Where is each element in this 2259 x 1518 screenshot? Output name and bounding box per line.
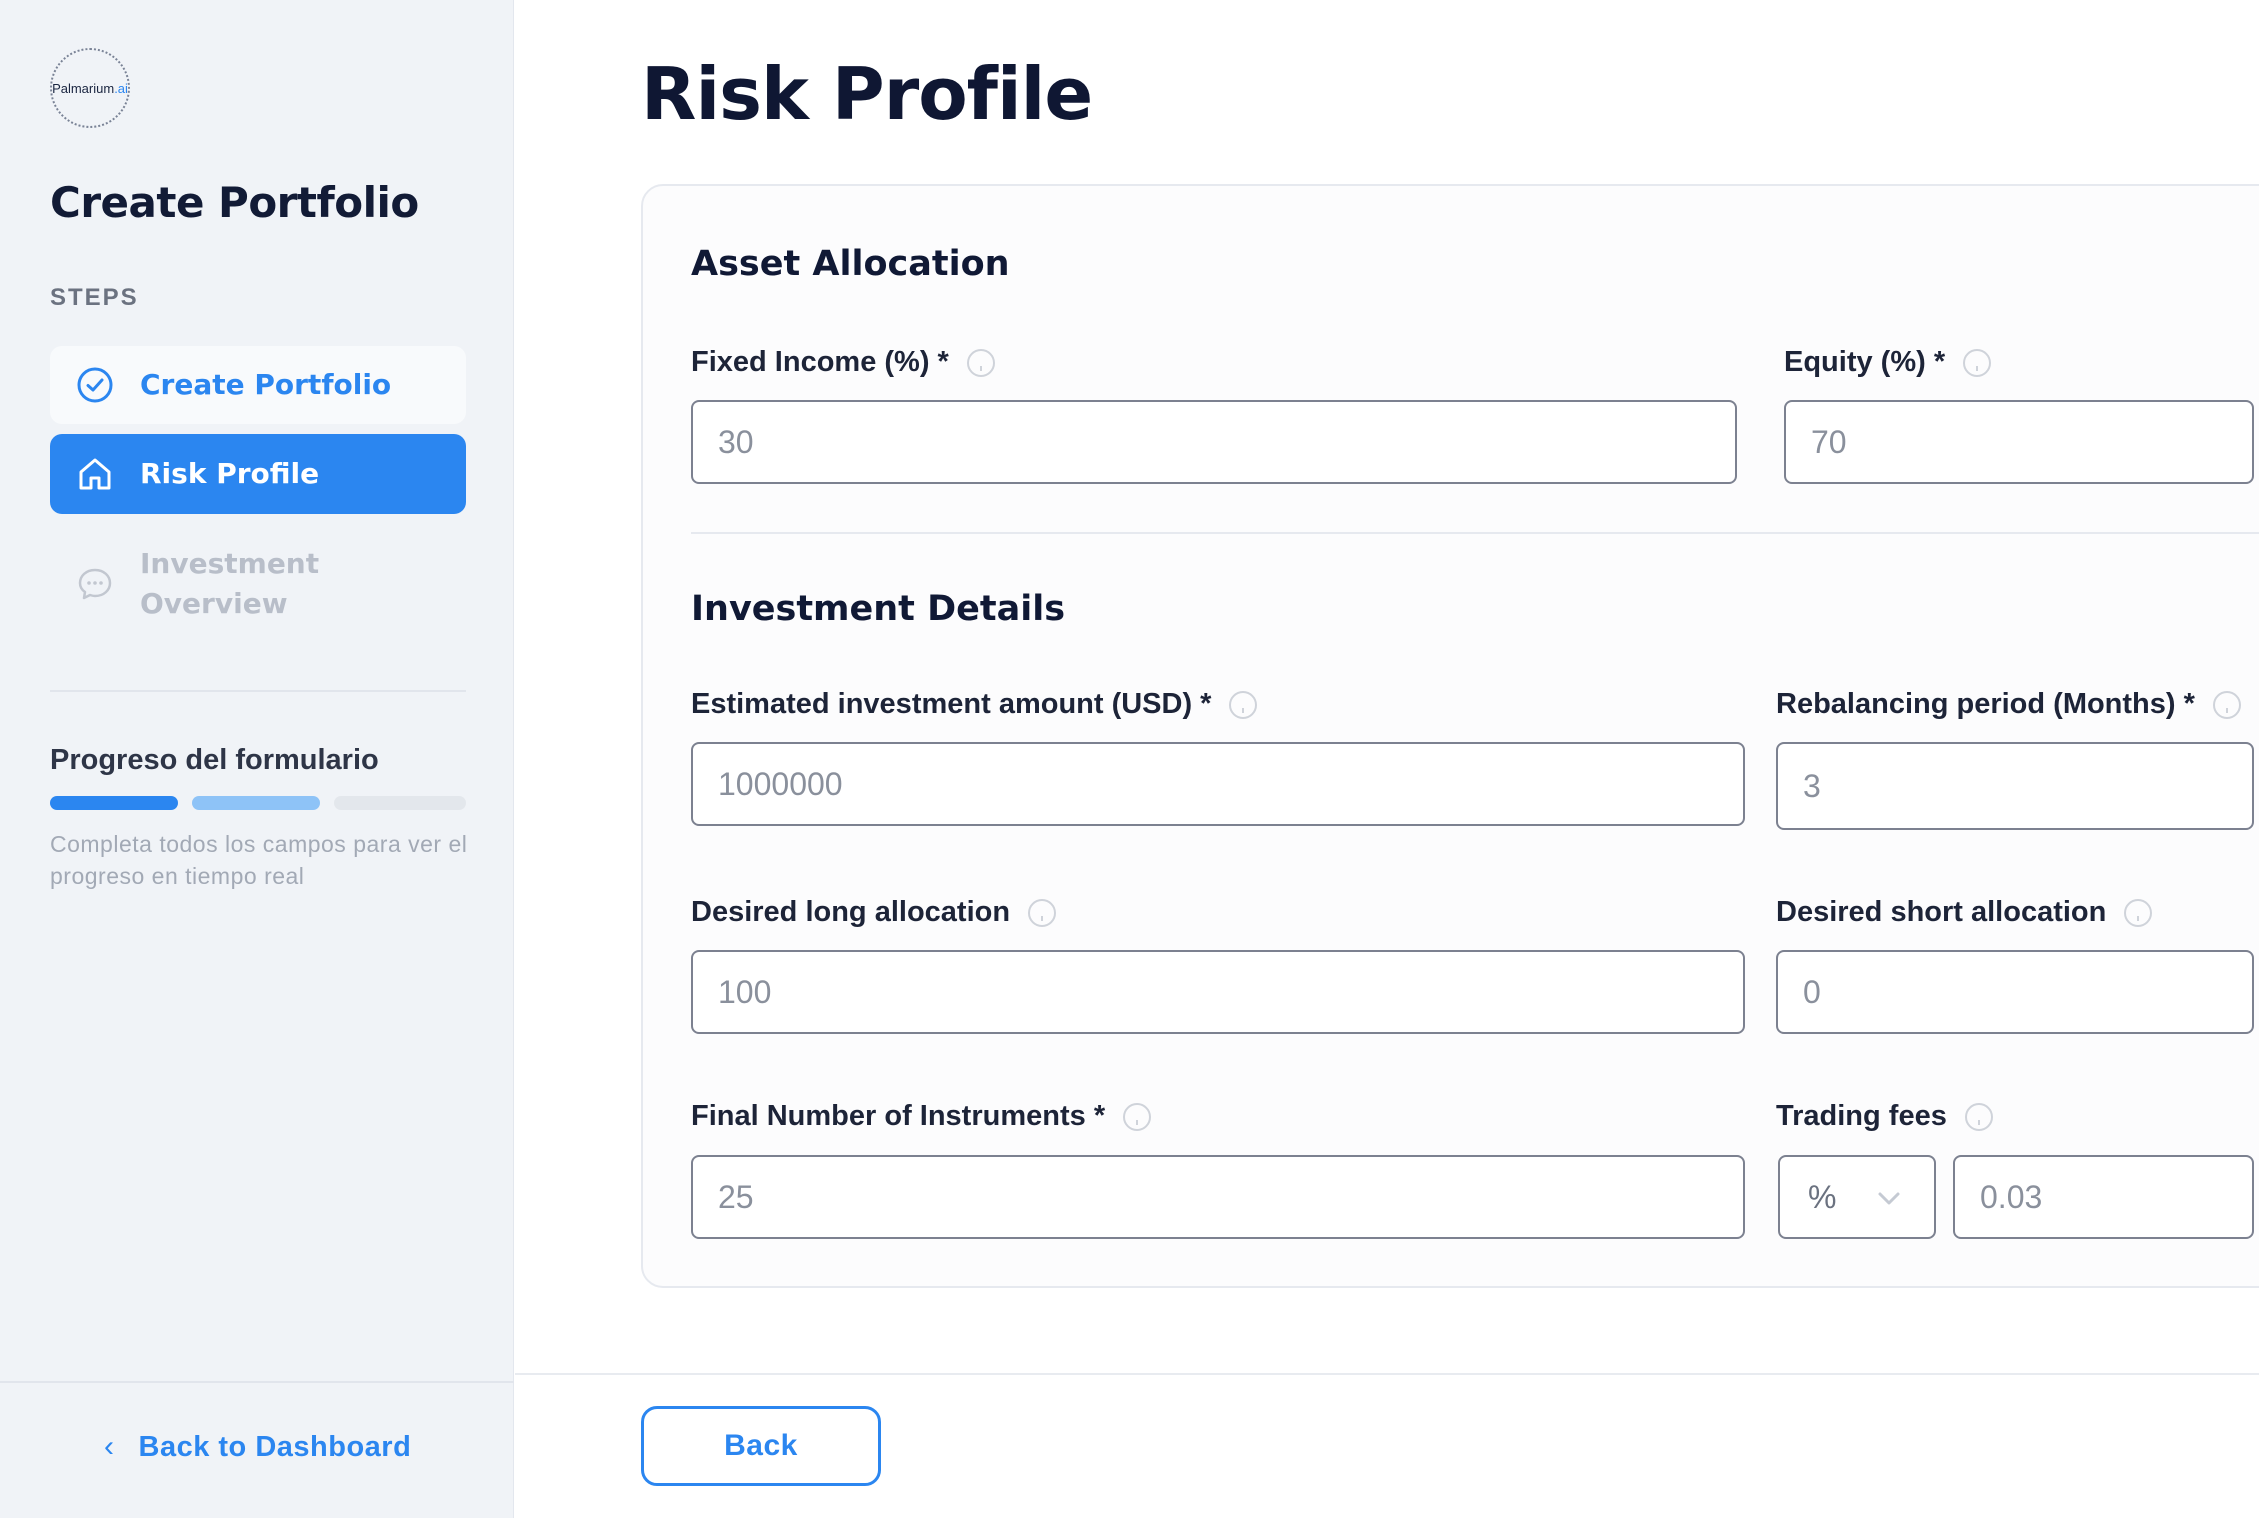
long-allocation-label: Desired long allocation <box>691 896 1057 929</box>
rebalancing-period-input[interactable]: 3 <box>1776 742 2254 830</box>
back-to-dashboard-link[interactable]: ‹ Back to Dashboard <box>104 1430 411 1464</box>
info-icon[interactable] <box>1964 1102 1993 1131</box>
home-icon <box>76 455 114 493</box>
step-risk-profile[interactable]: Risk Profile <box>50 434 466 514</box>
section-title-investment-details: Investment Details <box>691 589 1066 629</box>
step-label: Create Portfolio <box>140 368 392 401</box>
logo-text: Palmarium <box>52 80 115 96</box>
sidebar-title: Create Portfolio <box>50 178 419 227</box>
trading-fees-label: Trading fees <box>1776 1100 1993 1133</box>
progress-title: Progreso del formulario <box>50 744 379 776</box>
info-icon[interactable] <box>1123 1102 1152 1131</box>
investment-amount-label: Estimated investment amount (USD) * <box>691 688 1258 721</box>
progress-segment-partial <box>192 796 320 810</box>
instruments-label: Final Number of Instruments * <box>691 1100 1152 1133</box>
step-create-portfolio[interactable]: Create Portfolio <box>50 346 466 424</box>
info-icon[interactable] <box>1028 898 1057 927</box>
info-icon[interactable] <box>2212 690 2241 719</box>
check-circle-icon <box>76 366 114 404</box>
page-title: Risk Profile <box>641 52 1093 136</box>
long-allocation-label-text: Desired long allocation <box>691 896 1011 928</box>
back-to-dashboard-label: Back to Dashboard <box>138 1430 412 1463</box>
palmarium-logo: Palmarium .ai <box>50 48 130 128</box>
short-allocation-input[interactable]: 0 <box>1776 950 2254 1034</box>
progress-hint: Completa todos los campos para ver el pr… <box>50 831 468 889</box>
investment-amount-label-text: Estimated investment amount (USD) * <box>691 688 1212 720</box>
instruments-input[interactable]: 25 <box>691 1155 1745 1239</box>
progress-segment-empty <box>334 796 466 810</box>
trading-fees-unit-select[interactable]: % <box>1778 1155 1936 1239</box>
rebalancing-period-label-text: Rebalancing period (Months) * <box>1776 688 2195 720</box>
sidebar-divider <box>50 690 466 692</box>
instruments-label-text: Final Number of Instruments * <box>691 1100 1106 1132</box>
progress-segment-complete <box>50 796 178 810</box>
trading-fees-label-text: Trading fees <box>1776 1100 1947 1132</box>
equity-label-text: Equity (%) * <box>1784 346 1946 378</box>
equity-input[interactable]: 70 <box>1784 400 2254 484</box>
trading-fees-input[interactable]: 0.03 <box>1953 1155 2254 1239</box>
equity-label: Equity (%) * <box>1784 346 1992 379</box>
logo-suffix: .ai <box>114 80 128 96</box>
step-investment-overview[interactable]: Investment Overview <box>50 538 466 630</box>
fixed-income-label-text: Fixed Income (%) * <box>691 346 949 378</box>
step-label: Investment Overview <box>140 547 320 620</box>
short-allocation-label: Desired short allocation <box>1776 896 2153 929</box>
info-icon[interactable] <box>1963 348 1992 377</box>
chat-bubble-icon <box>76 565 114 603</box>
chevron-down-icon <box>1874 1183 1904 1221</box>
steps-label: STEPS <box>50 284 139 311</box>
footer-divider <box>515 1373 2259 1375</box>
section-title-asset-allocation: Asset Allocation <box>691 244 1010 284</box>
section-divider <box>691 532 2259 534</box>
info-icon[interactable] <box>966 348 995 377</box>
short-allocation-label-text: Desired short allocation <box>1776 896 2107 928</box>
fixed-income-label: Fixed Income (%) * <box>691 346 995 379</box>
info-icon[interactable] <box>1229 690 1258 719</box>
sidebar-footer-divider <box>0 1381 514 1383</box>
back-button[interactable]: Back <box>641 1406 881 1486</box>
info-icon[interactable] <box>2124 898 2153 927</box>
rebalancing-period-label: Rebalancing period (Months) * <box>1776 688 2241 721</box>
chevron-left-icon: ‹ <box>104 1430 115 1463</box>
trading-fees-unit-value: % <box>1808 1178 1837 1215</box>
step-label: Risk Profile <box>140 457 320 490</box>
fixed-income-input[interactable]: 30 <box>691 400 1737 484</box>
sidebar: Palmarium .ai Create Portfolio STEPS Crea… <box>0 0 514 1518</box>
investment-amount-input[interactable]: 1000000 <box>691 742 1745 826</box>
long-allocation-input[interactable]: 100 <box>691 950 1745 1034</box>
